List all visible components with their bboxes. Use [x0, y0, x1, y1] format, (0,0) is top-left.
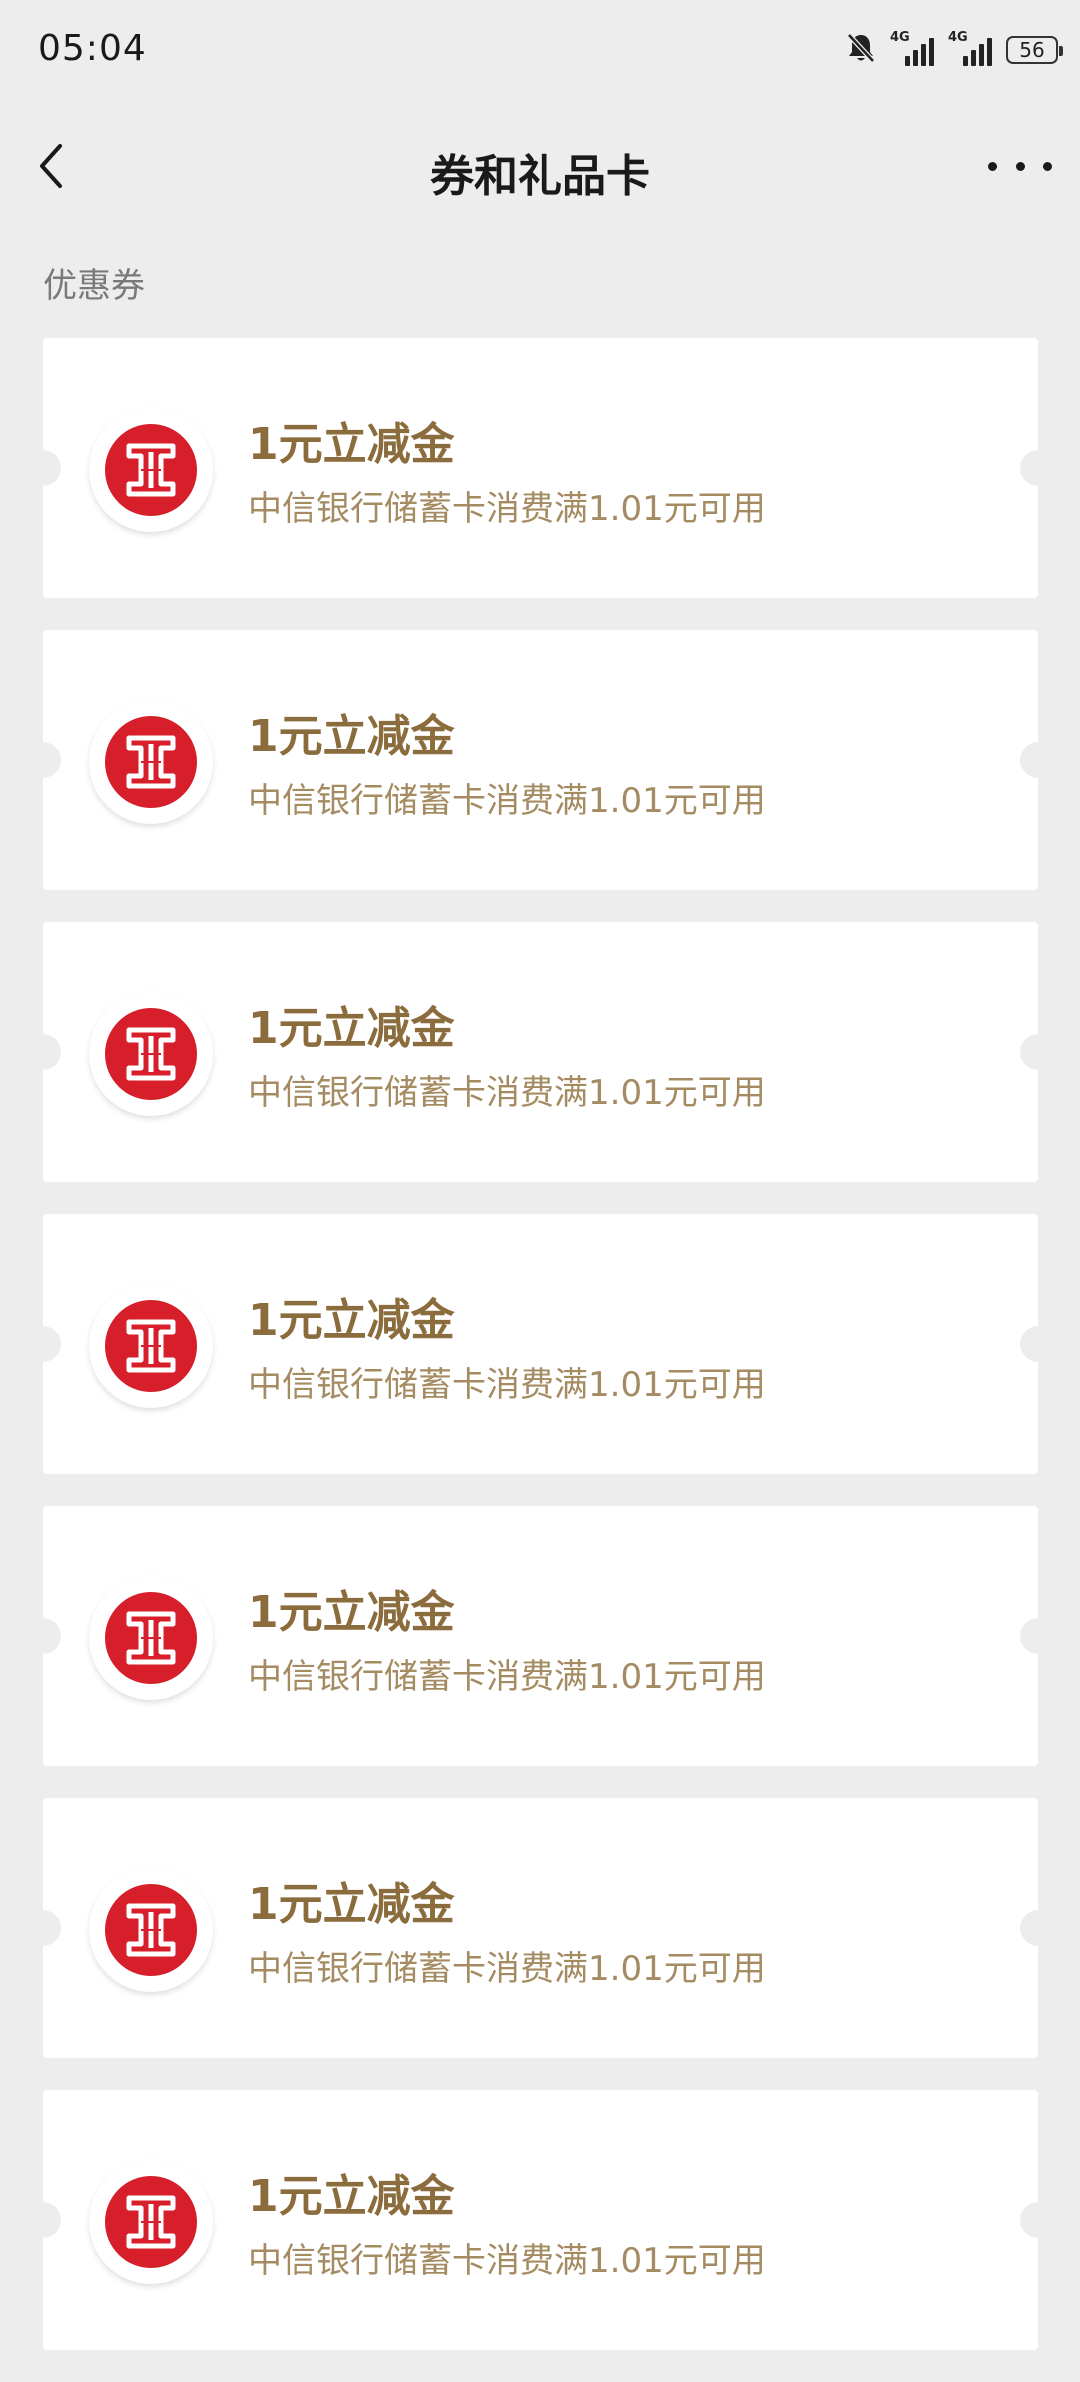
coupon-title: 1元立减金 [248, 1879, 455, 1930]
battery-level: 56 [1019, 38, 1045, 62]
network-type-2: 4G [948, 30, 968, 45]
signal-2-icon: 4G [948, 30, 992, 66]
citic-bank-logo-icon [89, 992, 213, 1116]
network-type-1: 4G [890, 30, 910, 45]
coupon-description: 中信银行储蓄卡消费满1.01元可用 [248, 781, 766, 821]
citic-bank-logo-icon [89, 1868, 213, 1992]
coupon-card[interactable]: 1元立减金 中信银行储蓄卡消费满1.01元可用 [25, 338, 1056, 598]
coupon-card[interactable]: 1元立减金 中信银行储蓄卡消费满1.01元可用 [25, 1798, 1056, 2058]
citic-bank-logo-icon [89, 2160, 213, 2284]
status-bar: 05:04 4G 4G 56 [0, 0, 1080, 100]
more-dot [1043, 161, 1052, 171]
battery-icon: 56 [1006, 36, 1063, 64]
citic-bank-logo-icon [89, 1576, 213, 1700]
coupon-title: 1元立减金 [248, 1295, 455, 1346]
coupon-title: 1元立减金 [248, 1003, 455, 1054]
coupon-card[interactable]: 1元立减金 中信银行储蓄卡消费满1.01元可用 [25, 630, 1056, 890]
coupon-description: 中信银行储蓄卡消费满1.01元可用 [248, 489, 766, 529]
coupon-title: 1元立减金 [248, 2171, 455, 2222]
bell-mute-icon [846, 32, 876, 68]
status-icons: 4G 4G 56 [846, 30, 1063, 70]
coupon-title: 1元立减金 [248, 711, 455, 762]
citic-bank-logo-icon [89, 408, 213, 532]
coupon-description: 中信银行储蓄卡消费满1.01元可用 [248, 2241, 766, 2281]
coupon-card[interactable]: 1元立减金 中信银行储蓄卡消费满1.01元可用 [25, 1506, 1056, 1766]
coupon-title: 1元立减金 [248, 419, 455, 470]
coupon-list: 1元立减金 中信银行储蓄卡消费满1.01元可用 1元立减金 中信银行储蓄卡消费满… [25, 338, 1056, 2382]
signal-1-icon: 4G [890, 30, 934, 66]
coupon-title: 1元立减金 [248, 1587, 455, 1638]
nav-bar: 券和礼品卡 [0, 110, 1080, 220]
coupon-card[interactable]: 1元立减金 中信银行储蓄卡消费满1.01元可用 [25, 1214, 1056, 1474]
more-button[interactable] [988, 146, 1052, 186]
coupon-description: 中信银行储蓄卡消费满1.01元可用 [248, 1073, 766, 1113]
citic-bank-logo-icon [89, 1284, 213, 1408]
more-dot [1015, 161, 1025, 171]
citic-bank-logo-icon [89, 700, 213, 824]
coupon-card[interactable]: 1元立减金 中信银行储蓄卡消费满1.01元可用 [25, 922, 1056, 1182]
coupon-description: 中信银行储蓄卡消费满1.01元可用 [248, 1657, 766, 1697]
page-title: 券和礼品卡 [430, 151, 650, 202]
more-dot [988, 161, 997, 171]
coupon-description: 中信银行储蓄卡消费满1.01元可用 [248, 1949, 766, 1989]
status-time: 05:04 [38, 28, 147, 69]
section-label-coupons: 优惠券 [43, 266, 145, 306]
coupon-card[interactable]: 1元立减金 中信银行储蓄卡消费满1.01元可用 [25, 2090, 1056, 2350]
coupon-description: 中信银行储蓄卡消费满1.01元可用 [248, 1365, 766, 1405]
